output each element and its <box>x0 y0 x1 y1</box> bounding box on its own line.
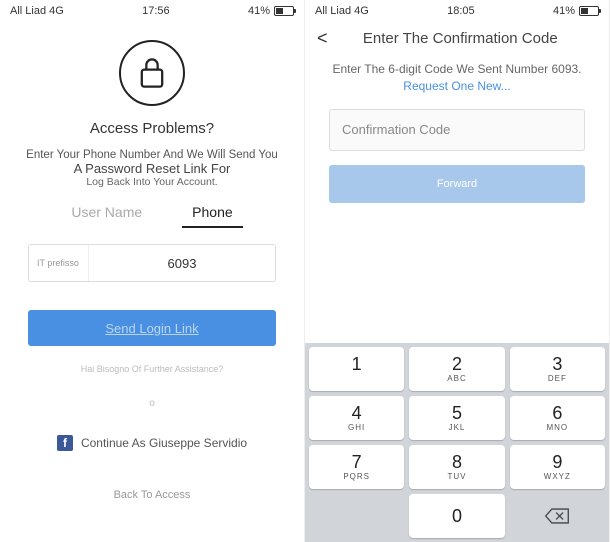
request-new-link[interactable]: Request One New... <box>403 79 510 93</box>
backspace-icon <box>544 507 570 525</box>
key-2[interactable]: 2ABC <box>409 347 504 391</box>
tab-username[interactable]: User Name <box>61 198 152 228</box>
phone-number-input[interactable]: 6093 <box>89 256 275 271</box>
key-8[interactable]: 8TUV <box>409 445 504 489</box>
phone-prefix[interactable]: IT prefisso <box>29 245 89 281</box>
facebook-icon: f <box>57 435 73 451</box>
further-assistance-link[interactable]: Hai Bisogno Of Further Assistance? <box>0 364 304 374</box>
confirmation-code-input[interactable]: Confirmation Code <box>329 109 585 151</box>
tabs: User Name Phone <box>0 198 304 228</box>
send-login-link-button[interactable]: Send Login Link <box>28 310 276 346</box>
key-4[interactable]: 4GHI <box>309 396 404 440</box>
status-time: 17:56 <box>142 5 170 17</box>
key-7[interactable]: 7PQRS <box>309 445 404 489</box>
battery-icon <box>579 6 599 16</box>
battery-percent: 41% <box>553 5 575 17</box>
key-0[interactable]: 0 <box>409 494 504 538</box>
key-1[interactable]: 1 <box>309 347 404 391</box>
divider-or: o <box>0 398 304 409</box>
page-title: Access Problems? <box>0 120 304 137</box>
key-5[interactable]: 5JKL <box>409 396 504 440</box>
numeric-keypad: 1 2ABC 3DEF 4GHI 5JKL 6MNO 7PQRS 8TUV 9W… <box>305 343 609 542</box>
back-button[interactable]: < <box>317 28 328 49</box>
instruction-line: Enter The 6-digit Code We Sent Number 60… <box>305 55 609 95</box>
facebook-label: Continue As Giuseppe Servidio <box>81 436 247 450</box>
screen-access-problems: All Liad 4G 17:56 41% Access Problems? E… <box>0 0 305 542</box>
status-time: 18:05 <box>447 5 475 17</box>
key-9[interactable]: 9WXYZ <box>510 445 605 489</box>
back-to-access-link[interactable]: Back To Access <box>0 489 304 501</box>
key-blank <box>309 494 404 538</box>
continue-as-facebook[interactable]: f Continue As Giuseppe Servidio <box>0 435 304 451</box>
key-backspace[interactable] <box>510 494 605 538</box>
forward-button[interactable]: Forward <box>329 165 585 203</box>
phone-input-row[interactable]: IT prefisso 6093 <box>28 244 276 282</box>
subtitle-line1: Enter Your Phone Number And We Will Send… <box>0 149 304 161</box>
tab-phone[interactable]: Phone <box>182 198 242 228</box>
screen-confirmation-code: All Liad 4G 18:05 41% < Enter The Confir… <box>305 0 610 542</box>
status-bar: All Liad 4G 17:56 41% <box>0 0 304 22</box>
lock-icon <box>119 40 185 106</box>
carrier-label: All Liad 4G <box>10 5 64 17</box>
subtitle-line2: A Password Reset Link For <box>0 161 304 176</box>
status-bar: All Liad 4G 18:05 41% <box>305 0 609 22</box>
key-6[interactable]: 6MNO <box>510 396 605 440</box>
header: < Enter The Confirmation Code <box>305 22 609 55</box>
page-title: Enter The Confirmation Code <box>344 30 577 47</box>
battery-percent: 41% <box>248 5 270 17</box>
battery-icon <box>274 6 294 16</box>
subtitle-line3: Log Back Into Your Account. <box>0 176 304 188</box>
carrier-label: All Liad 4G <box>315 5 369 17</box>
key-3[interactable]: 3DEF <box>510 347 605 391</box>
